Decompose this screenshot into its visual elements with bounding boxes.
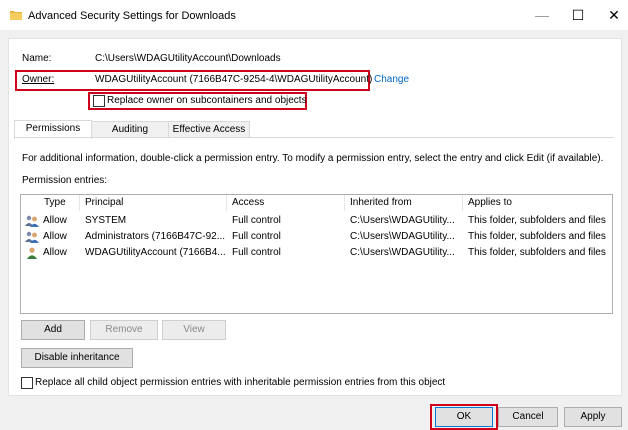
single-user-icon	[27, 247, 37, 259]
title-bar: Advanced Security Settings for Downloads…	[0, 0, 628, 30]
entry-access: Full control	[232, 231, 281, 242]
ok-button[interactable]: OK	[435, 407, 493, 427]
table-row[interactable]: Allow Administrators (7166B47C-92... Ful…	[21, 229, 610, 245]
group-user-icon	[25, 215, 39, 227]
entry-type: Allow	[43, 231, 67, 242]
entry-type: Allow	[43, 215, 67, 226]
owner-label: Owner:	[22, 74, 55, 85]
remove-button[interactable]: Remove	[90, 320, 158, 340]
replace-owner-label: Replace owner on subcontainers and objec…	[107, 95, 307, 106]
disable-inheritance-button[interactable]: Disable inheritance	[21, 348, 133, 368]
window-title: Advanced Security Settings for Downloads	[28, 10, 236, 22]
minimize-button[interactable]: —	[524, 4, 560, 26]
replace-owner-checkbox[interactable]	[93, 95, 105, 107]
apply-button[interactable]: Apply	[564, 407, 622, 427]
table-row[interactable]: Allow SYSTEM Full control C:\Users\WDAGU…	[21, 213, 610, 229]
change-owner-link[interactable]: Change	[374, 74, 409, 85]
permission-entries-label: Permission entries:	[22, 175, 108, 186]
maximize-button[interactable]: ☐	[560, 4, 596, 26]
entry-applies-to: This folder, subfolders and files	[468, 247, 606, 258]
owner-value: WDAGUtilityAccount (7166B47C-9254-4\WDAG…	[95, 74, 373, 85]
entry-inherited-from: C:\Users\WDAGUtility...	[350, 215, 455, 226]
name-value: C:\Users\WDAGUtilityAccount\Downloads	[95, 53, 281, 64]
view-button[interactable]: View	[162, 320, 226, 340]
entry-type: Allow	[43, 247, 67, 258]
list-header: Type Principal Access Inherited from App…	[21, 195, 610, 211]
column-header-type[interactable]: Type	[44, 197, 66, 208]
column-separator	[226, 195, 227, 211]
column-header-access[interactable]: Access	[232, 197, 264, 208]
replace-child-permissions-checkbox[interactable]	[21, 377, 33, 389]
column-separator	[462, 195, 463, 211]
entry-access: Full control	[232, 215, 281, 226]
column-separator	[344, 195, 345, 211]
cancel-button[interactable]: Cancel	[498, 407, 558, 427]
folder-icon	[10, 11, 22, 20]
tab-auditing[interactable]: Auditing	[91, 121, 169, 138]
entry-access: Full control	[232, 247, 281, 258]
entry-applies-to: This folder, subfolders and files	[468, 215, 606, 226]
add-button[interactable]: Add	[21, 320, 85, 340]
name-label: Name:	[22, 53, 52, 64]
entry-principal: Administrators (7166B47C-92...	[85, 231, 226, 242]
entry-principal: WDAGUtilityAccount (7166B4...	[85, 247, 226, 258]
column-separator	[79, 195, 80, 211]
close-button[interactable]: ✕	[596, 4, 628, 26]
table-row[interactable]: Allow WDAGUtilityAccount (7166B4... Full…	[21, 245, 610, 261]
entry-principal: SYSTEM	[85, 215, 127, 226]
info-text: For additional information, double-click…	[22, 153, 604, 164]
tab-effective-access[interactable]: Effective Access	[168, 121, 250, 138]
group-user-icon	[25, 231, 39, 243]
column-header-applies-to[interactable]: Applies to	[468, 197, 512, 208]
replace-child-permissions-label: Replace all child object permission entr…	[35, 377, 446, 388]
permission-entries-list[interactable]: Type Principal Access Inherited from App…	[20, 194, 613, 314]
column-header-principal[interactable]: Principal	[85, 197, 123, 208]
entry-inherited-from: C:\Users\WDAGUtility...	[350, 231, 455, 242]
entry-applies-to: This folder, subfolders and files	[468, 231, 606, 242]
entry-inherited-from: C:\Users\WDAGUtility...	[350, 247, 455, 258]
column-header-inherited-from[interactable]: Inherited from	[350, 197, 412, 208]
